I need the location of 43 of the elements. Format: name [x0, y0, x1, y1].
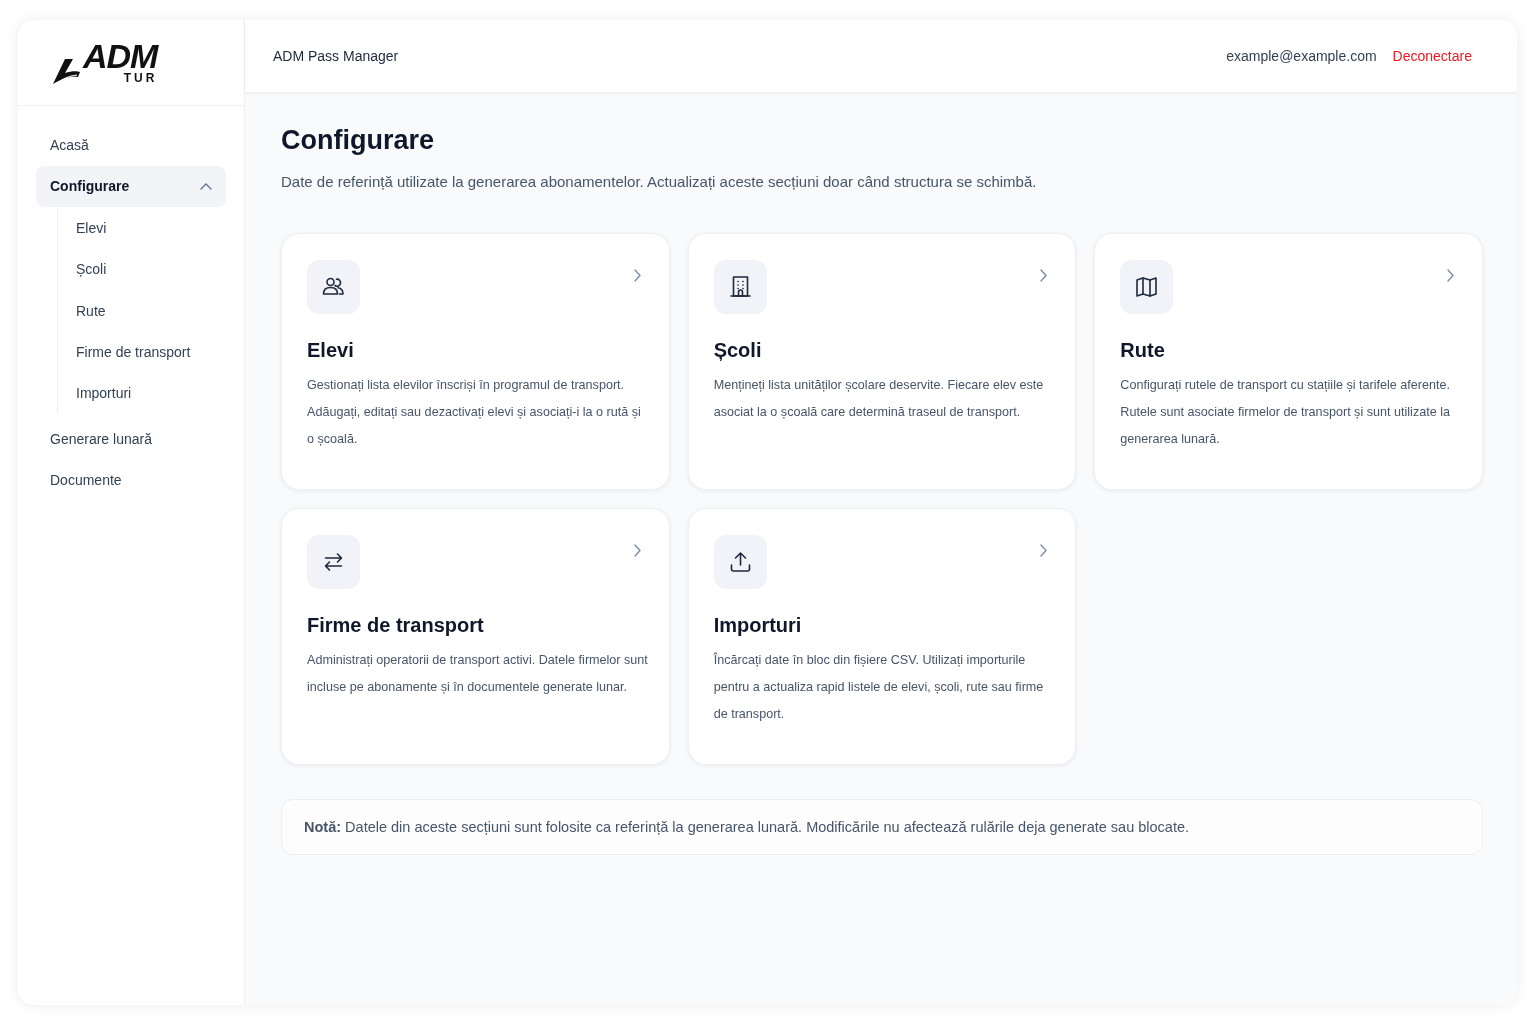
logout-link[interactable]: Deconectare	[1392, 45, 1472, 67]
sidebar-item[interactable]: Acasă	[36, 125, 226, 166]
section-card[interactable]: Importuri Încărcați date în bloc din fișiere CSV. Utilizați importurile pentru a actualiza rapid listele de elevi, școli, rute sau firme de transport.	[687, 508, 1077, 765]
section-card[interactable]: Rute Configurați rutele de transport cu stațiile și tarifele aferente. Rutele sunt asociate firmelor de transport și sunt utilizate la generarea lunară.	[1094, 233, 1483, 490]
note-text: Notă: Datele din aceste secțiuni sunt folosite ca referință la generarea lunară. Modificările nu afectează rulările deja generate sau blocate.	[304, 818, 1190, 837]
users-icon	[307, 260, 360, 314]
card-title: Elevi	[307, 338, 355, 363]
app-name: ADM Pass Manager	[273, 46, 399, 66]
logo-text: ADM	[83, 40, 158, 71]
card-title: Importuri	[713, 613, 803, 638]
sidebar-subitem[interactable]: Firme de transport	[62, 331, 226, 374]
section-card[interactable]: Elevi Gestionați lista elevilor înscriși în programul de transport. Adăugați, editați sau dezactivați elevi și asociați-i la o rută și o școală.	[281, 233, 670, 490]
card-title: Firme de transport	[307, 613, 485, 638]
chevron-right-icon	[1447, 269, 1454, 282]
chevron-right-icon	[633, 544, 641, 557]
page-title: Configurare	[281, 124, 435, 157]
sidebar-subitem[interactable]: Școli	[62, 249, 226, 291]
card-description: Gestionați lista elevilor înscriși în programul de transport. Adăugați, editați sau dezactivați elevi și asociați-i la o rută și o școală.	[307, 377, 642, 448]
card-title: Școli	[713, 338, 763, 363]
arrows-left-right-icon	[307, 535, 360, 589]
sidebar-subitem[interactable]: Elevi	[62, 208, 226, 250]
card-description: Încărcați date în bloc din fișiere CSV. Utilizați importurile pentru a actualiza rapid listele de elevi, școli, rute sau firme de transport.	[713, 651, 1045, 723]
logo-subtext: TUR	[123, 71, 158, 85]
upload-icon	[713, 535, 767, 589]
card-description: Configurați rutele de transport cu stațiile și tarifele aferente. Rutele sunt asociate firmelor de transport și sunt utilizate la generarea lunară.	[1120, 377, 1452, 448]
section-card[interactable]: Școli Mențineți lista unităților școlare deservite. Fiecare elev este asociat la o școală care determină traseul de transport.	[687, 233, 1077, 490]
chevron-up-icon	[200, 183, 212, 190]
sidebar-subitem[interactable]: Importuri	[62, 373, 226, 415]
sidebar-item[interactable]: Configurare	[36, 166, 226, 207]
card-description: Mențineți lista unităților școlare deservite. Fiecare elev este asociat la o școală care determină traseul de transport.	[713, 377, 1045, 421]
section-card[interactable]: Firme de transport Administrați operatorii de transport activi. Datele firmelor sunt incluse pe abonamente și în documentele generate lunar.	[281, 508, 670, 765]
chevron-right-icon	[633, 269, 641, 282]
chevron-right-icon	[1040, 544, 1048, 557]
sidebar-item[interactable]: Documente	[36, 460, 226, 502]
sidebar-subitem[interactable]: Rute	[62, 290, 226, 332]
map-icon	[1120, 260, 1174, 314]
card-description: Administrați operatorii de transport activi. Datele firmelor sunt incluse pe abonamente și în documentele generate lunar.	[307, 652, 649, 696]
chevron-right-icon	[1040, 269, 1048, 282]
page-subtitle: Date de referință utilizate la generarea abonamentelor. Actualizați aceste secțiuni doar când structura se schimbă.	[281, 172, 1038, 192]
user-email: example@example.com	[1226, 46, 1377, 66]
sidebar-item[interactable]: Generare lunară	[36, 419, 226, 461]
card-title: Rute	[1120, 338, 1166, 363]
building-icon	[713, 260, 767, 314]
